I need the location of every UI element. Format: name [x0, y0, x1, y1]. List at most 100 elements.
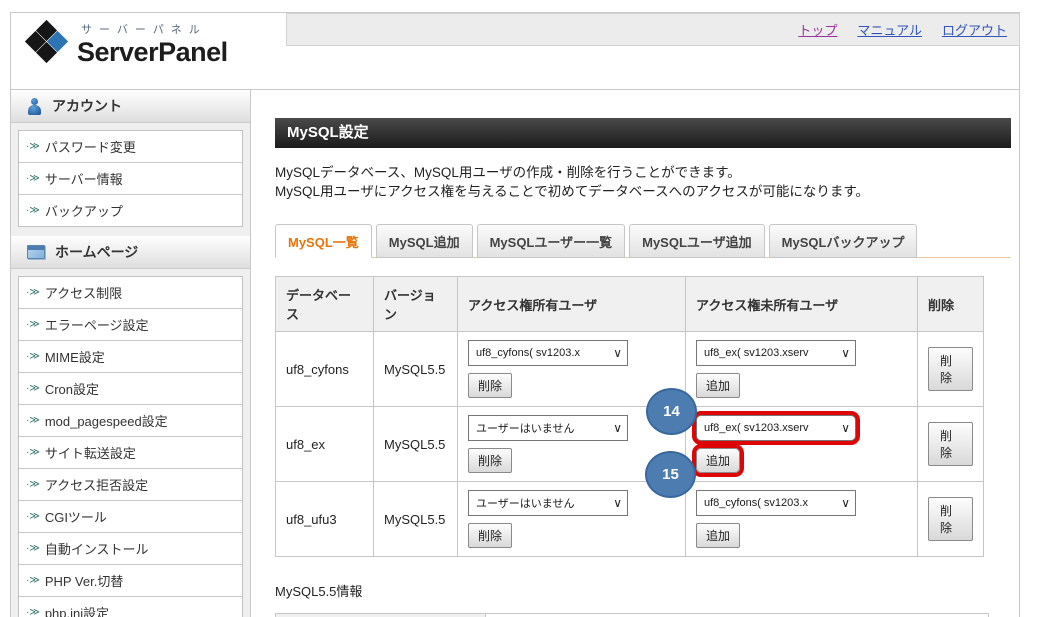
chevron-down-icon: ∨	[613, 496, 622, 510]
owned-user-cell: ユーザーはいません ∨ 削除	[458, 482, 686, 557]
sidebar-item-auto-install[interactable]: ·≫ 自動インストール	[19, 533, 242, 565]
sidebar: アカウント ·≫ パスワード変更 ·≫ サーバー情報 ·≫ バックアップ ホーム	[11, 90, 251, 617]
delete-database-button[interactable]: 削除	[928, 422, 973, 466]
annotation-step-15: 15	[645, 451, 696, 498]
item-arrow-icon: ·≫	[26, 142, 40, 152]
nav-link-logout[interactable]: ログアウト	[942, 20, 1007, 39]
sidebar-account-list: ·≫ パスワード変更 ·≫ サーバー情報 ·≫ バックアップ	[18, 130, 243, 227]
sidebar-item-php-ver[interactable]: ·≫ PHP Ver.切替	[19, 565, 242, 597]
tab-mysql-user-add[interactable]: MySQLユーザ追加	[629, 224, 765, 258]
tab-mysql-list[interactable]: MySQL一覧	[275, 224, 372, 258]
sidebar-item-label: エラーページ設定	[45, 315, 149, 334]
chevron-down-icon: ∨	[841, 496, 850, 510]
nav-link-manual[interactable]: マニュアル	[857, 20, 922, 39]
delete-db-cell: 削除	[918, 482, 984, 557]
unowned-user-select[interactable]: uf8_ex( sv1203.xserv ∨	[696, 340, 856, 366]
db-version-cell: MySQL5.5	[374, 482, 458, 557]
table-row: uf8_ufu3 MySQL5.5 ユーザーはいません ∨ 削除 uf8_cyf…	[276, 482, 984, 557]
header-database: データベース	[276, 277, 374, 332]
item-arrow-icon: ·≫	[26, 288, 40, 298]
sidebar-item-access-deny[interactable]: ·≫ アクセス拒否設定	[19, 469, 242, 501]
delete-database-button[interactable]: 削除	[928, 497, 973, 541]
sidebar-section-title: アカウント	[52, 96, 122, 116]
chevron-down-icon: ∨	[841, 421, 850, 435]
description-line-1: MySQLデータベース、MySQL用ユーザの作成・削除を行うことができます。	[275, 163, 1011, 182]
chevron-down-icon: ∨	[841, 346, 850, 360]
db-name-cell: uf8_ex	[276, 407, 374, 482]
unowned-user-select-highlighted[interactable]: uf8_ex( sv1203.xserv ∨	[696, 415, 856, 441]
header-unowned-user: アクセス権未所有ユーザ	[686, 277, 918, 332]
owned-user-select[interactable]: uf8_cyfons( sv1203.x ∨	[468, 340, 628, 366]
header-owned-user: アクセス権所有ユーザ	[458, 277, 686, 332]
sidebar-item-cgi-tools[interactable]: ·≫ CGIツール	[19, 501, 242, 533]
server-panel-window: サーバーパネル ServerPanel トップ マニュアル ログアウト アカウン…	[10, 12, 1020, 617]
sidebar-item-backup[interactable]: ·≫ バックアップ	[19, 195, 242, 226]
remove-user-button[interactable]: 削除	[468, 523, 512, 548]
delete-database-button[interactable]: 削除	[928, 347, 973, 391]
sidebar-item-mime[interactable]: ·≫ MIME設定	[19, 341, 242, 373]
item-arrow-icon: ·≫	[26, 544, 40, 554]
sidebar-item-label: バックアップ	[45, 201, 123, 220]
mysql-info-heading: MySQL5.5情報	[275, 581, 1011, 600]
remove-user-button[interactable]: 削除	[468, 373, 512, 398]
sidebar-item-php-ini[interactable]: ·≫ php.ini設定	[19, 597, 242, 617]
sidebar-item-label: アクセス拒否設定	[45, 475, 148, 494]
table-row: MySQL5.5 バージョン 5.5	[276, 614, 989, 617]
sidebar-item-password-change[interactable]: ·≫ パスワード変更	[19, 131, 242, 163]
delete-db-cell: 削除	[918, 332, 984, 407]
sidebar-item-cron[interactable]: ·≫ Cron設定	[19, 373, 242, 405]
logo-kana-text: サーバーパネル	[81, 21, 228, 37]
sidebar-item-label: MIME設定	[45, 347, 105, 366]
db-name-cell: uf8_ufu3	[276, 482, 374, 557]
mysql-version-label: MySQL5.5 バージョン	[276, 614, 486, 617]
top-nav-bar: トップ マニュアル ログアウト	[286, 13, 1020, 46]
table-row: uf8_ex MySQL5.5 ユーザーはいません ∨ 削除 uf8_ex( s…	[276, 407, 984, 482]
sidebar-item-label: CGIツール	[45, 507, 107, 526]
item-arrow-icon: ·≫	[26, 384, 40, 394]
add-user-button[interactable]: 追加	[696, 523, 740, 548]
item-arrow-icon: ·≫	[26, 352, 40, 362]
description-line-2: MySQL用ユーザにアクセス権を与えることで初めてデータベースへのアクセスが可能…	[275, 182, 1011, 201]
sidebar-item-site-transfer[interactable]: ·≫ サイト転送設定	[19, 437, 242, 469]
tab-mysql-add[interactable]: MySQL追加	[376, 224, 473, 258]
homepage-icon	[27, 245, 45, 259]
tab-bar: MySQL一覧 MySQL追加 MySQLユーザー一覧 MySQLユーザ追加 M…	[275, 223, 1011, 258]
item-arrow-icon: ·≫	[26, 206, 40, 216]
mysql-version-value: 5.5	[486, 614, 989, 617]
header-delete: 削除	[918, 277, 984, 332]
sidebar-item-label: サイト転送設定	[45, 443, 136, 462]
sidebar-homepage-list: ·≫ アクセス制限 ·≫ エラーページ設定 ·≫ MIME設定 ·≫ Cron設…	[18, 276, 243, 617]
nav-link-top[interactable]: トップ	[798, 20, 837, 39]
sidebar-item-label: php.ini設定	[45, 603, 109, 617]
database-table: データベース バージョン アクセス権所有ユーザ アクセス権未所有ユーザ 削除 u…	[275, 276, 984, 557]
table-row: uf8_cyfons MySQL5.5 uf8_cyfons( sv1203.x…	[276, 332, 984, 407]
sidebar-section-account: アカウント	[11, 90, 250, 123]
sidebar-item-label: PHP Ver.切替	[45, 571, 124, 590]
delete-db-cell: 削除	[918, 407, 984, 482]
sidebar-item-server-info[interactable]: ·≫ サーバー情報	[19, 163, 242, 195]
add-user-button-highlighted[interactable]: 追加	[696, 448, 740, 473]
unowned-user-cell: uf8_ex( sv1203.xserv ∨ 追加	[686, 332, 918, 407]
sidebar-item-label: 自動インストール	[45, 539, 149, 558]
page-title: MySQL設定	[275, 118, 1011, 148]
unowned-user-select[interactable]: uf8_cyfons( sv1203.x ∨	[696, 490, 856, 516]
remove-user-button[interactable]: 削除	[468, 448, 512, 473]
owned-user-select[interactable]: ユーザーはいません ∨	[468, 490, 628, 516]
sidebar-item-mod-pagespeed[interactable]: ·≫ mod_pagespeed設定	[19, 405, 242, 437]
owned-user-select[interactable]: ユーザーはいません ∨	[468, 415, 628, 441]
logo-name-text: ServerPanel	[77, 37, 228, 67]
item-arrow-icon: ·≫	[26, 480, 40, 490]
db-name-cell: uf8_cyfons	[276, 332, 374, 407]
sidebar-section-homepage: ホームページ	[11, 236, 250, 269]
top-header: サーバーパネル ServerPanel トップ マニュアル ログアウト	[11, 13, 1019, 90]
tab-mysql-user-list[interactable]: MySQLユーザー一覧	[477, 224, 626, 258]
sidebar-item-access-limit[interactable]: ·≫ アクセス制限	[19, 277, 242, 309]
item-arrow-icon: ·≫	[26, 416, 40, 426]
tab-mysql-backup[interactable]: MySQLバックアップ	[769, 224, 918, 258]
server-panel-logo: サーバーパネル ServerPanel	[25, 21, 228, 67]
mysql-info-table: MySQL5.5 バージョン 5.5	[275, 613, 989, 617]
sidebar-item-error-page[interactable]: ·≫ エラーページ設定	[19, 309, 242, 341]
sidebar-section-title: ホームページ	[55, 242, 138, 262]
db-version-cell: MySQL5.5	[374, 407, 458, 482]
add-user-button[interactable]: 追加	[696, 373, 740, 398]
